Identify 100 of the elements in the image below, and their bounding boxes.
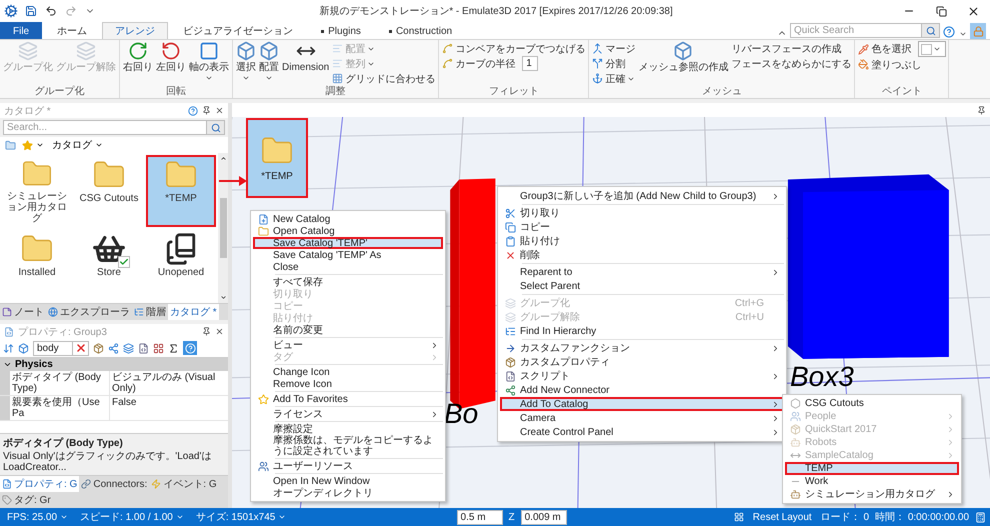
ribbon-button[interactable]: リバースフェースの作成 <box>730 41 852 56</box>
menu-item[interactable]: Save Catalog 'TEMP' As <box>253 249 443 261</box>
ribbon-button[interactable]: コンベアをカーブでつなげる <box>441 41 586 56</box>
menu-item[interactable]: Add To Favorites <box>253 393 443 405</box>
status-readout[interactable]: サイズ: 1501x745 <box>192 510 290 524</box>
menu-item[interactable]: New Catalog <box>253 213 443 225</box>
menu-item[interactable]: ライセンス <box>253 408 443 420</box>
folder-icon[interactable] <box>5 140 16 150</box>
property-value[interactable]: False <box>110 396 228 420</box>
scrollbar[interactable] <box>218 153 228 303</box>
catalog-item[interactable]: Installed <box>2 229 72 301</box>
panel-tab[interactable]: エクスプローラ <box>46 304 132 320</box>
menu-item[interactable]: Open Catalog <box>253 225 443 237</box>
catalog-item[interactable]: Store <box>74 229 144 301</box>
ribbon-button[interactable]: 左回り <box>155 41 187 73</box>
sort-icon[interactable] <box>3 342 14 354</box>
menu-item[interactable]: シミュレーション用カタログ <box>785 488 959 501</box>
clear-button[interactable] <box>73 340 89 356</box>
quick-search-field[interactable]: Quick Search <box>790 23 922 38</box>
search-button[interactable] <box>207 120 225 135</box>
panel-tab[interactable]: プロパティ: G <box>0 476 80 492</box>
coordinate-field[interactable]: 0.009 m <box>520 510 567 524</box>
menu-item[interactable]: Save Catalog 'TEMP' <box>253 237 443 249</box>
ribbon-tab[interactable]: アレンジ <box>102 22 168 39</box>
menu-item[interactable]: Add New Connector <box>500 383 784 397</box>
ribbon-button[interactable]: 配置 <box>258 41 280 82</box>
catalog-item[interactable]: シミュレーション用カタログ <box>2 155 72 227</box>
catalog-item[interactable]: *TEMP <box>146 155 216 227</box>
pin-icon[interactable] <box>202 106 211 115</box>
menu-item[interactable]: カスタムファンクション <box>500 341 784 355</box>
menu-item[interactable]: スクリプト <box>500 369 784 383</box>
menu-item[interactable]: CSG Cutouts <box>785 397 959 410</box>
cube-icon[interactable] <box>18 342 29 354</box>
ribbon-button[interactable]: メッシュ参照の作成 <box>637 41 730 73</box>
menu-item[interactable]: Add To Catalog <box>500 397 784 411</box>
ribbon-button[interactable]: 分割 <box>591 56 636 71</box>
script-icon[interactable] <box>138 342 149 354</box>
ribbon-button[interactable]: フェースをなめらかにする <box>730 56 852 71</box>
panel-tab[interactable]: 階層 <box>132 304 168 320</box>
menu-item[interactable]: Open In New Window <box>253 475 443 487</box>
property-value[interactable]: ビジュアルのみ (Visual Only) <box>110 371 228 395</box>
layout-icon[interactable] <box>734 512 744 522</box>
panel-tab[interactable]: カタログ * <box>168 304 219 320</box>
category-row[interactable]: Physics <box>0 358 228 371</box>
menu-item[interactable]: すべて保存 <box>253 276 443 288</box>
panel-tab[interactable]: Connectors: <box>79 476 150 492</box>
panel-tab[interactable]: イベント: G <box>149 476 219 492</box>
menu-item[interactable]: Camera <box>500 411 784 425</box>
menu-item[interactable]: Change Icon <box>253 366 443 378</box>
layers-icon[interactable] <box>123 342 134 354</box>
help-button[interactable] <box>942 25 956 39</box>
ribbon-button[interactable]: 色を選択 <box>857 42 912 56</box>
menu-item[interactable]: 名前の変更 <box>253 324 443 336</box>
menu-item[interactable]: Select Parent <box>500 279 784 293</box>
menu-item[interactable]: 切り取り <box>500 206 784 220</box>
menu-item[interactable]: カスタムプロパティ <box>500 355 784 369</box>
reset-layout-button[interactable]: Reset Layout <box>750 512 815 522</box>
ribbon-tab[interactable]: File <box>0 22 42 39</box>
status-readout[interactable]: FPS: 25.00 <box>4 512 72 522</box>
ribbon-button[interactable]: 正確 <box>591 71 636 86</box>
menu-item[interactable]: 削除 <box>500 248 784 262</box>
radius-field[interactable]: 1 <box>522 56 538 71</box>
ribbon-button[interactable]: グリッドに合わせる <box>331 71 436 86</box>
menu-item[interactable]: Create Control Panel <box>500 425 784 439</box>
menu-item[interactable]: Reparent to <box>500 265 784 279</box>
ribbon-button[interactable]: 右回り <box>122 41 154 73</box>
coordinate-field[interactable]: 0.5 m <box>456 510 503 524</box>
catalog-item[interactable]: Unopened <box>146 229 216 301</box>
ribbon-button[interactable]: カーブの半径 <box>441 56 516 71</box>
menu-item[interactable]: ユーザーリソース <box>253 460 443 472</box>
menu-item[interactable]: オープンディレクトリ <box>253 487 443 499</box>
menu-item[interactable]: 摩擦係数は、モデルをコピーするように設定されています <box>253 435 443 457</box>
menu-item[interactable]: Group3に新しい子を追加 (Add New Child to Group3) <box>500 189 784 203</box>
menu-item[interactable]: Close <box>253 261 443 273</box>
ribbon-button[interactable]: 選択 <box>235 41 257 82</box>
function-icon[interactable] <box>168 342 179 354</box>
save-button[interactable] <box>24 4 38 18</box>
search-field[interactable]: Search... <box>3 120 207 135</box>
panel-tab[interactable]: タグ: Gr <box>0 492 53 508</box>
color-picker[interactable] <box>918 41 946 57</box>
menu-item[interactable]: 貼り付け <box>500 234 784 248</box>
menu-item[interactable]: 摩擦設定 <box>253 423 443 435</box>
calculator-icon[interactable] <box>975 512 986 522</box>
ribbon-button[interactable]: 軸の表示 <box>188 41 230 82</box>
close-icon[interactable] <box>215 106 224 115</box>
pin-icon[interactable] <box>977 106 986 114</box>
menu-item[interactable]: TEMP <box>785 462 959 475</box>
package-icon[interactable] <box>93 342 104 354</box>
undo-button[interactable] <box>44 4 58 18</box>
search-button[interactable] <box>922 23 940 38</box>
menu-item[interactable]: Remove Icon <box>253 378 443 390</box>
close-icon[interactable] <box>215 327 224 336</box>
ribbon-button[interactable]: マージ <box>591 41 636 56</box>
status-readout[interactable]: スピード: 1.00 / 1.00 <box>77 510 187 524</box>
menu-item[interactable]: ビュー <box>253 339 443 351</box>
panel-tab[interactable]: ノート <box>0 304 46 320</box>
menu-item[interactable]: コピー <box>500 220 784 234</box>
menu-item[interactable]: Work <box>785 475 959 488</box>
grid-icon[interactable] <box>153 342 164 354</box>
ribbon-button[interactable]: 塗りつぶし <box>857 57 946 72</box>
